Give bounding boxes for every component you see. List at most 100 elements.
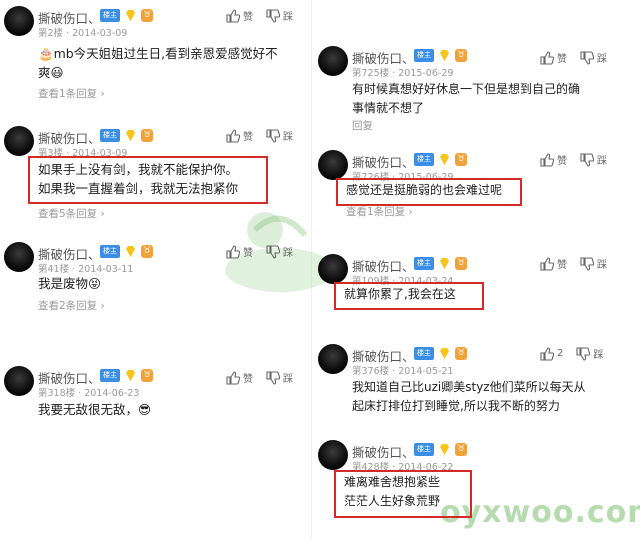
post-right-3: 撕破伤口、 楼主 ♉ 赞 踩 第109楼 · 2014-03-24 就算你累了,…	[318, 254, 636, 314]
floor-info: 第41楼 · 2014-03-11	[38, 264, 134, 275]
thumbs-down-icon	[580, 50, 594, 65]
thumbs-down-icon	[266, 8, 280, 23]
zodiac-icon: ♉	[141, 9, 153, 22]
like-label[interactable]: 赞	[557, 152, 567, 167]
avatar[interactable]	[318, 440, 348, 470]
avatar[interactable]	[4, 6, 34, 36]
post-actions: 赞 踩	[540, 50, 607, 65]
dislike-label[interactable]: 踩	[597, 256, 607, 271]
thumbs-down-icon	[266, 128, 280, 143]
thumbs-up-icon	[540, 50, 554, 65]
thumbs-up-icon	[540, 346, 554, 361]
zodiac-icon: ♉	[455, 49, 467, 62]
thumbs-up-icon	[540, 152, 554, 167]
dislike-button[interactable]	[580, 152, 594, 167]
thumbs-up-icon	[226, 244, 240, 259]
dislike-button[interactable]	[266, 370, 280, 385]
like-button[interactable]	[540, 256, 554, 271]
post-content: 有时候真想好好休息一下但是想到自己的确 事情就不想了	[352, 82, 581, 115]
dislike-label[interactable]: 踩	[283, 128, 293, 143]
zodiac-icon: ♉	[455, 257, 467, 270]
post-content: 我要无敌很无敌，😎	[38, 402, 152, 417]
avatar[interactable]	[4, 126, 34, 156]
post-left-4: 撕破伤口、 楼主 ♉ 赞 踩 第318楼 · 2014-06-23 我要无敌很无…	[4, 366, 304, 426]
like-label[interactable]: 赞	[243, 370, 253, 385]
dislike-label[interactable]: 踩	[283, 370, 293, 385]
like-button[interactable]	[226, 8, 240, 23]
floor-info: 第2楼 · 2014-03-09	[38, 28, 128, 39]
zodiac-icon: ♉	[455, 153, 467, 166]
zodiac-icon: ♉	[141, 369, 153, 382]
louzhu-badge: 楼主	[414, 49, 434, 62]
post-actions: 赞 踩	[226, 244, 293, 259]
louzhu-badge: 楼主	[100, 129, 120, 142]
like-button[interactable]	[540, 50, 554, 65]
thumbs-up-icon	[226, 128, 240, 143]
dislike-label[interactable]: 踩	[593, 346, 603, 361]
louzhu-badge: 楼主	[414, 153, 434, 166]
louzhu-badge: 楼主	[414, 257, 434, 270]
like-button[interactable]	[226, 244, 240, 259]
dislike-button[interactable]	[580, 256, 594, 271]
like-button[interactable]	[226, 128, 240, 143]
dislike-button[interactable]	[266, 128, 280, 143]
view-replies-link[interactable]: 查看1条回复 ›	[38, 86, 105, 101]
avatar[interactable]	[4, 366, 34, 396]
zodiac-icon: ♉	[455, 443, 467, 456]
view-replies-link[interactable]: 查看5条回复 ›	[38, 206, 105, 221]
like-count[interactable]: 2	[557, 348, 563, 359]
dislike-button[interactable]	[580, 50, 594, 65]
diamond-icon	[440, 348, 449, 359]
like-label[interactable]: 赞	[557, 50, 567, 65]
thumbs-up-icon	[226, 370, 240, 385]
avatar[interactable]	[318, 254, 348, 284]
dislike-label[interactable]: 踩	[283, 8, 293, 23]
diamond-icon	[440, 258, 449, 269]
post-left-3: 撕破伤口、 楼主 ♉ 赞 踩 第41楼 · 2014-03-11 我是废物😝 查…	[4, 242, 304, 332]
avatar[interactable]	[318, 344, 348, 374]
reply-link[interactable]: 回复	[352, 118, 373, 133]
thumbs-up-icon	[540, 256, 554, 271]
avatar[interactable]	[318, 150, 348, 180]
post-content: 难离难舍想抱紧些 茫茫人生好象荒野	[344, 475, 441, 508]
post-content: 就算你累了,我会在这	[344, 287, 456, 301]
like-label[interactable]: 赞	[557, 256, 567, 271]
like-button[interactable]	[540, 152, 554, 167]
louzhu-badge: 楼主	[100, 9, 120, 22]
like-button[interactable]	[540, 346, 554, 361]
louzhu-badge: 楼主	[100, 245, 120, 258]
like-label[interactable]: 赞	[243, 244, 253, 259]
view-replies-link[interactable]: 查看2条回复 ›	[38, 298, 105, 313]
post-content: 我知道自己比uzi卿美styz他们菜所以每天从 起床打排位打到睡觉,所以我不断的…	[352, 380, 586, 413]
thumbs-down-icon	[580, 152, 594, 167]
floor-info: 第318楼 · 2014-06-23	[38, 388, 140, 399]
dislike-button[interactable]	[266, 8, 280, 23]
diamond-icon	[126, 10, 135, 21]
diamond-icon	[126, 370, 135, 381]
like-button[interactable]	[226, 370, 240, 385]
post-actions: 赞 踩	[226, 8, 293, 23]
avatar[interactable]	[318, 46, 348, 76]
like-label[interactable]: 赞	[243, 8, 253, 23]
post-left-2: 撕破伤口、 楼主 ♉ 赞 踩 第3楼 · 2014-03-09 如果手上没有剑，…	[4, 126, 304, 226]
dislike-label[interactable]: 踩	[597, 50, 607, 65]
post-right-5: 撕破伤口、 楼主 ♉ 第428楼 · 2014-06-22 难离难舍想抱紧些 茫…	[318, 440, 636, 530]
post-actions: 2 踩	[540, 346, 603, 361]
post-content: 感觉还是挺脆弱的也会难过呢	[346, 183, 503, 197]
dislike-label[interactable]: 踩	[283, 244, 293, 259]
diamond-icon	[440, 154, 449, 165]
avatar[interactable]	[4, 242, 34, 272]
post-left-1: 撕破伤口、 楼主 ♉ 赞 踩 第2楼 · 2014-03-09 🎂mb今天姐姐过…	[4, 6, 304, 106]
post-actions: 赞 踩	[540, 256, 607, 271]
view-replies-link[interactable]: 查看1条回复 ›	[346, 204, 413, 219]
dislike-label[interactable]: 踩	[597, 152, 607, 167]
zodiac-icon: ♉	[141, 245, 153, 258]
dislike-button[interactable]	[266, 244, 280, 259]
thumbs-down-icon	[576, 346, 591, 361]
post-content: 如果手上没有剑，我就不能保护你。 如果我一直握着剑，我就无法抱紧你	[38, 162, 239, 196]
dislike-button[interactable]	[576, 346, 591, 361]
like-label[interactable]: 赞	[243, 128, 253, 143]
post-content: 🎂mb今天姐姐过生日,看到亲恩爱感觉好不 爽😃	[38, 46, 278, 80]
diamond-icon	[126, 130, 135, 141]
post-right-2: 撕破伤口、 楼主 ♉ 赞 踩 第726楼 · 2015-06-29 感觉还是挺脆…	[318, 150, 636, 220]
